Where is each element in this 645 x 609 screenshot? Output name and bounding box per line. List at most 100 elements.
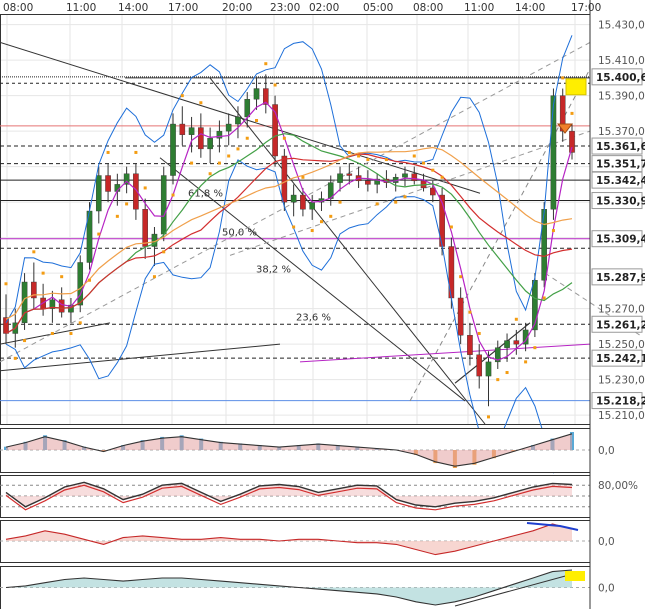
candle-body — [253, 88, 260, 100]
candle-body — [300, 194, 306, 210]
psar-dot — [477, 331, 481, 335]
candle-body — [290, 194, 297, 203]
candle-body — [457, 297, 464, 336]
psar-dot — [505, 371, 509, 375]
fib-level-label: 50,0 % — [222, 227, 257, 238]
candle-body — [309, 201, 315, 210]
time-tick-label: 17:00 — [168, 2, 198, 14]
psar-dot — [375, 202, 379, 206]
psar-dot — [551, 229, 555, 233]
psar-dot — [69, 331, 73, 335]
trading-chart: 61,8 % 50,0 % 38,2 % 23,6 % 0,0 80,00% 0,0 0,0… — [0, 0, 645, 609]
psar-dot — [468, 310, 472, 314]
psar-dot — [440, 175, 444, 179]
indicator-level-label: 0,0 — [598, 445, 615, 457]
price-badge-label: 15.330,9 — [596, 196, 645, 208]
price-badge-label: 15.400,6 — [596, 72, 645, 84]
price-badge-label: 15.261,2 — [596, 319, 645, 331]
psar-dot — [431, 168, 435, 172]
time-tick-label: 02:00 — [309, 2, 339, 14]
psar-dot — [106, 150, 110, 154]
candle-body — [170, 123, 176, 176]
price-badge-label: 15.287,9 — [596, 272, 645, 284]
psar-dot — [570, 111, 574, 115]
psar-dot — [486, 415, 490, 419]
candle-body — [244, 98, 251, 118]
time-tick-label: 08:00 — [413, 2, 443, 14]
indicator-panel-accumulation: 0,0 — [0, 566, 615, 609]
psar-dot — [561, 76, 565, 80]
psar-dot — [264, 62, 268, 66]
psar-dot — [41, 271, 45, 275]
candle-body — [402, 173, 408, 178]
time-tick-label: 23:00 — [270, 2, 300, 14]
price-tick-label: 15.410,0 — [598, 55, 645, 67]
price-badge-label: 15.242,1 — [596, 353, 645, 365]
psar-dot — [88, 278, 92, 282]
candle-body — [550, 95, 557, 210]
indicator-level-label: 0,0 — [598, 583, 615, 595]
indicator-panel-oscillator: 80,00% — [0, 475, 638, 518]
time-tick-label: 20:00 — [222, 2, 252, 14]
candle-body — [504, 340, 510, 348]
psar-dot — [394, 200, 398, 204]
candle-body — [179, 123, 186, 135]
candle-body — [365, 180, 371, 185]
psar-dot — [78, 321, 82, 325]
price-badge-label: 15.218,2 — [596, 396, 645, 408]
psar-dot — [459, 275, 463, 279]
candle-body — [188, 127, 195, 135]
psar-dot — [134, 150, 138, 154]
psar-dot — [180, 94, 184, 98]
indicator-level-label: 0,0 — [598, 536, 615, 548]
psar-dot — [125, 202, 129, 206]
psar-dot — [403, 195, 407, 199]
psar-dot — [329, 214, 333, 218]
candle-body — [513, 340, 520, 345]
psar-dot — [533, 346, 537, 350]
psar-dot — [292, 225, 296, 229]
price-tick-label: 15.430,0 — [598, 20, 645, 32]
psar-dot — [310, 229, 314, 233]
candle-body — [160, 175, 167, 235]
psar-dot — [366, 158, 370, 162]
psar-dot — [190, 161, 194, 165]
highlight-marker — [565, 78, 587, 96]
psar-dot — [422, 161, 426, 165]
psar-dot — [347, 150, 351, 154]
psar-dot — [236, 147, 240, 151]
psar-dot — [319, 220, 323, 224]
candle-body — [476, 354, 483, 377]
fib-level-label: 23,6 % — [296, 313, 331, 324]
time-tick-label: 08:00 — [3, 2, 33, 14]
psar-dot — [273, 83, 277, 87]
psar-dot — [301, 175, 305, 179]
fib-level-label: 38,2 % — [256, 265, 291, 276]
psar-dot — [357, 154, 361, 158]
fib-level-label: 61,8 % — [188, 188, 223, 199]
candle-body — [541, 209, 547, 281]
candle-body — [467, 335, 473, 355]
psar-dot — [496, 378, 500, 382]
candle-body — [485, 361, 492, 377]
psar-dot — [60, 275, 64, 279]
candle-body — [411, 173, 418, 182]
psar-dot — [255, 118, 259, 122]
psar-dot — [97, 232, 101, 236]
psar-dot — [32, 250, 36, 254]
candle-body — [95, 175, 102, 212]
price-tick-label: 15.390,0 — [598, 91, 645, 103]
psar-dot — [23, 339, 27, 343]
psar-dot — [227, 154, 231, 158]
psar-dot — [384, 158, 388, 162]
psar-dot — [143, 186, 147, 190]
psar-dot — [245, 136, 249, 140]
psar-dot — [208, 172, 212, 176]
accumulation-highlight — [565, 571, 585, 581]
time-tick-label: 14:00 — [118, 2, 148, 14]
price-badge-label: 15.342,4 — [596, 175, 645, 187]
indicator-panel-momentum: 0,0 — [0, 520, 615, 563]
candle-body — [346, 173, 353, 176]
psar-dot — [217, 161, 221, 165]
psar-dot — [524, 360, 528, 364]
